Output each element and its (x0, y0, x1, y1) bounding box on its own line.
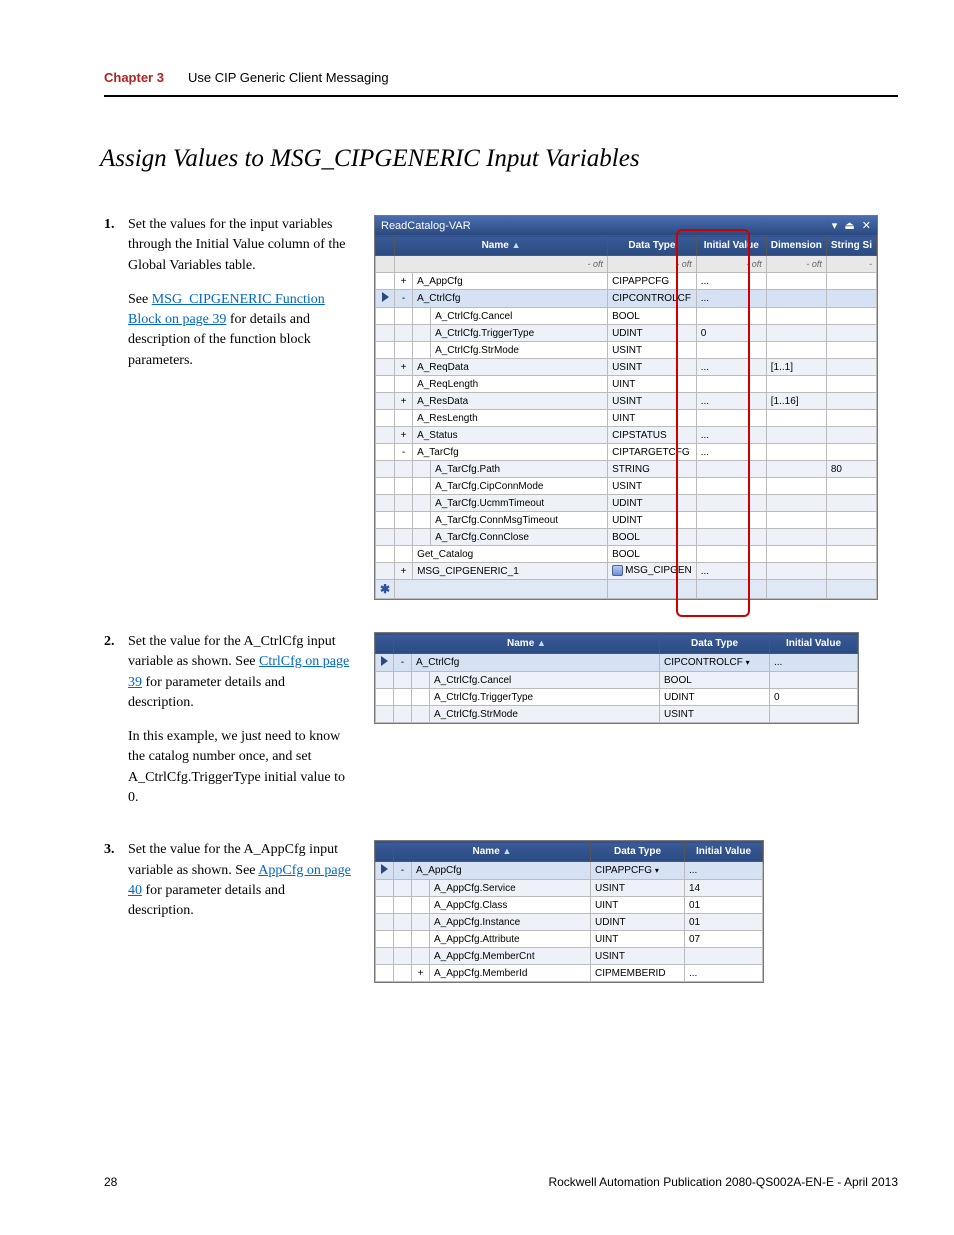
table-row[interactable]: A_TarCfg.ConnMsgTimeoutUDINT (376, 512, 877, 529)
expand-toggle[interactable] (412, 689, 430, 706)
expand-toggle[interactable]: + (395, 427, 413, 444)
table-row[interactable]: A_TarCfg.UcmmTimeoutUDINT (376, 495, 877, 512)
expand-toggle[interactable] (395, 376, 413, 393)
g3-col-datatype[interactable]: Data Type (591, 842, 685, 862)
table-row[interactable]: A_CtrlCfg.StrModeUSINT (376, 706, 858, 723)
expand-toggle[interactable]: - (395, 290, 413, 308)
table-row[interactable]: A_TarCfg.ConnCloseBOOL (376, 529, 877, 546)
table-row[interactable]: +MSG_CIPGENERIC_1MSG_CIPGEN... (376, 563, 877, 580)
table-row[interactable]: A_CtrlCfg.TriggerTypeUDINT0 (376, 325, 877, 342)
expand-toggle[interactable] (412, 914, 430, 931)
expand-toggle[interactable]: - (395, 444, 413, 461)
page-footer: 28 Rockwell Automation Publication 2080-… (104, 1175, 898, 1189)
expand-toggle[interactable] (412, 897, 430, 914)
expand-toggle[interactable] (412, 880, 430, 897)
function-block-icon (612, 565, 623, 576)
expand-toggle[interactable]: + (412, 965, 430, 982)
variables-table-main[interactable]: Name ▲ Data Type Initial Value Dimension… (375, 235, 877, 599)
pin-icon[interactable]: ⏏ (844, 219, 854, 232)
col-stringsize[interactable]: String Si (826, 236, 876, 256)
close-icon[interactable]: ✕ (862, 219, 871, 232)
g3-col-initialvalue[interactable]: Initial Value (685, 842, 763, 862)
table-row[interactable]: A_AppCfg.AttributeUINT07 (376, 931, 763, 948)
step-2-post: for parameter details and description. (128, 675, 285, 710)
step-1-extra-pre: See (128, 292, 152, 307)
table-row[interactable]: A_CtrlCfg.StrModeUSINT (376, 342, 877, 359)
variables-table-appcfg[interactable]: Name ▲ Data Type Initial Value -A_AppCfg… (375, 841, 763, 982)
table-row[interactable]: -A_AppCfgCIPAPPCFG ▾... (376, 862, 763, 880)
col-dimension[interactable]: Dimension (766, 236, 826, 256)
current-row-indicator (382, 292, 389, 302)
table-row[interactable]: A_CtrlCfg.CancelBOOL (376, 308, 877, 325)
expand-toggle[interactable] (395, 546, 413, 563)
chapter-header: Chapter 3 Use CIP Generic Client Messagi… (104, 70, 898, 97)
dropdown-icon[interactable]: ▾ (832, 219, 838, 232)
expand-toggle[interactable]: + (395, 359, 413, 376)
table-row[interactable]: A_AppCfg.ServiceUSINT14 (376, 880, 763, 897)
table-row[interactable]: -A_TarCfgCIPTARGETCFG... (376, 444, 877, 461)
table-row[interactable]: A_ReqLengthUINT (376, 376, 877, 393)
table-row[interactable]: +A_StatusCIPSTATUS... (376, 427, 877, 444)
table-row[interactable]: -A_CtrlCfgCIPCONTROLCF ▾... (376, 654, 858, 672)
step-1-text: Set the values for the input variables t… (128, 215, 352, 276)
table-row[interactable]: Get_CatalogBOOL (376, 546, 877, 563)
expand-toggle[interactable]: - (394, 862, 412, 880)
chapter-label: Chapter 3 (104, 70, 164, 85)
expand-toggle[interactable] (412, 706, 430, 723)
variables-panel-appcfg: Name ▲ Data Type Initial Value -A_AppCfg… (374, 840, 764, 983)
table-row[interactable]: A_CtrlCfg.TriggerTypeUDINT0 (376, 689, 858, 706)
step-2-note: In this example, we just need to know th… (128, 727, 352, 808)
table-row[interactable]: A_TarCfg.PathSTRING80 (376, 461, 877, 478)
variables-panel-ctrlcfg: Name ▲ Data Type Initial Value -A_CtrlCf… (374, 632, 859, 724)
section-heading: Assign Values to MSG_CIPGENERIC Input Va… (100, 145, 898, 173)
table-row[interactable]: A_AppCfg.ClassUINT01 (376, 897, 763, 914)
panel-title: ReadCatalog-VAR (381, 220, 471, 232)
expand-toggle[interactable] (412, 948, 430, 965)
chapter-title: Use CIP Generic Client Messaging (188, 70, 389, 85)
table-row[interactable]: A_AppCfg.InstanceUDINT01 (376, 914, 763, 931)
expand-toggle[interactable]: - (394, 654, 412, 672)
expand-toggle[interactable] (395, 410, 413, 427)
expand-toggle[interactable]: + (395, 563, 413, 580)
expand-toggle[interactable] (412, 672, 430, 689)
expand-toggle[interactable]: + (395, 273, 413, 290)
table-row[interactable]: +A_ReqDataUSINT...[1..1] (376, 359, 877, 376)
current-row-indicator (381, 656, 388, 666)
table-row[interactable]: +A_AppCfgCIPAPPCFG... (376, 273, 877, 290)
g2-col-initialvalue[interactable]: Initial Value (770, 634, 858, 654)
table-row[interactable]: +A_ResDataUSINT...[1..16] (376, 393, 877, 410)
table-row[interactable]: A_AppCfg.MemberCntUSINT (376, 948, 763, 965)
step-1-number: 1. (104, 215, 128, 276)
g2-col-name[interactable]: Name ▲ (394, 634, 660, 654)
step-2-number: 2. (104, 632, 128, 713)
step-3-number: 3. (104, 840, 128, 921)
table-row[interactable]: +A_AppCfg.MemberIdCIPMEMBERID... (376, 965, 763, 982)
publication-info: Rockwell Automation Publication 2080-QS0… (548, 1175, 898, 1189)
current-row-indicator (381, 864, 388, 874)
expand-toggle[interactable]: + (395, 393, 413, 410)
table-row[interactable]: A_CtrlCfg.CancelBOOL (376, 672, 858, 689)
g2-col-datatype[interactable]: Data Type (660, 634, 770, 654)
step-3-post: for parameter details and description. (128, 883, 285, 918)
add-row-icon[interactable]: ✱ (376, 580, 395, 599)
table-row[interactable]: -A_CtrlCfgCIPCONTROLCF... (376, 290, 877, 308)
expand-toggle[interactable] (412, 931, 430, 948)
table-row[interactable]: A_TarCfg.CipConnModeUSINT (376, 478, 877, 495)
g3-col-name[interactable]: Name ▲ (394, 842, 591, 862)
variables-table-ctrlcfg[interactable]: Name ▲ Data Type Initial Value -A_CtrlCf… (375, 633, 858, 723)
col-name[interactable]: Name ▲ (395, 236, 608, 256)
col-datatype[interactable]: Data Type (608, 236, 697, 256)
variables-panel-main: ReadCatalog-VAR ▾ ⏏ ✕ Name ▲ Data (374, 215, 878, 600)
page-number: 28 (104, 1175, 117, 1189)
table-row[interactable]: A_ResLengthUINT (376, 410, 877, 427)
col-initialvalue[interactable]: Initial Value (696, 236, 766, 256)
